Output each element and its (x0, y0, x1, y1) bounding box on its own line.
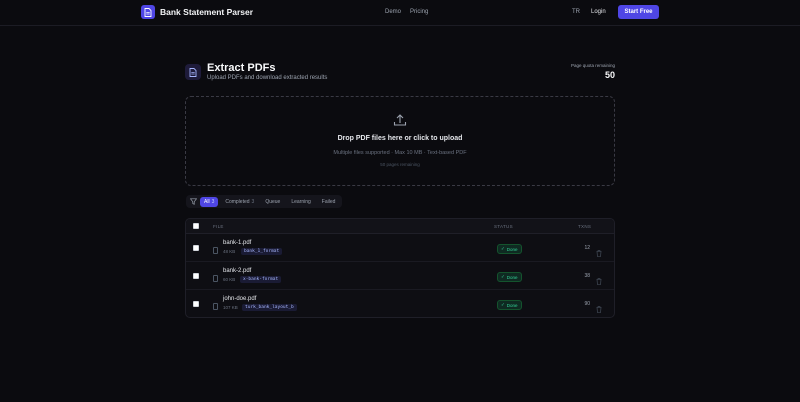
upload-icon (393, 113, 407, 132)
row-checkbox[interactable] (193, 245, 199, 251)
status-label: Done (506, 302, 518, 308)
filter-icon (189, 198, 197, 206)
file-icon (213, 275, 218, 282)
status-badge: ✓ Done (497, 300, 522, 310)
file-size: 48 KB (223, 249, 236, 254)
format-badge: turk_bank_layout_b (242, 304, 297, 311)
status-badge: ✓ Done (497, 244, 522, 254)
check-circle-icon: ✓ (501, 274, 505, 279)
check-circle-icon: ✓ (501, 302, 505, 307)
check-circle-icon: ✓ (501, 246, 505, 251)
table-header: FILE STATUS TXNS (186, 219, 614, 234)
file-size: 107 KB (223, 305, 238, 310)
file-name[interactable]: john-doe.pdf (223, 296, 256, 302)
table-row[interactable]: john-doe.pdf 107 KB turk_bank_layout_b ✓… (186, 290, 614, 317)
column-header-status: STATUS (494, 224, 513, 229)
column-header-file: FILE (213, 224, 224, 229)
filter-tab-learning[interactable]: Learning (287, 197, 314, 207)
file-name[interactable]: bank-2.pdf (223, 268, 251, 274)
document-icon (185, 64, 201, 80)
nav-link-demo[interactable]: Demo (385, 9, 401, 15)
filter-tab-label: All (204, 198, 210, 205)
format-badge: bank_1_format (241, 248, 283, 255)
top-navbar: Bank Statement Parser Demo Pricing TR Lo… (0, 0, 800, 26)
filter-bar: All 3 Completed 3 Queue Learning Failed (186, 195, 343, 208)
txns-count: 90 (584, 301, 590, 307)
filter-tab-queue[interactable]: Queue (261, 197, 284, 207)
filter-tab-completed[interactable]: Completed 3 (221, 197, 258, 207)
txns-count: 12 (584, 245, 590, 251)
files-table: FILE STATUS TXNS bank-1.pdf 48 KB bank_1… (185, 218, 615, 318)
brand-name[interactable]: Bank Statement Parser (160, 7, 253, 17)
start-free-button[interactable]: Start Free (618, 5, 659, 19)
table-row[interactable]: bank-1.pdf 48 KB bank_1_format ✓ Done 12 (186, 234, 614, 262)
quota-label: Page quota remaining (570, 63, 615, 68)
dropzone-pages-remaining: 50 pages remaining (380, 162, 420, 167)
filter-tab-label: Completed (225, 198, 250, 205)
file-name[interactable]: bank-1.pdf (223, 240, 251, 246)
select-all-checkbox[interactable] (193, 223, 199, 229)
page-subtitle: Upload PDFs and download extracted resul… (207, 75, 328, 81)
trash-icon[interactable] (596, 300, 602, 313)
filter-tab-count: 3 (251, 198, 255, 205)
quota-value: 50 (604, 70, 615, 80)
page-title: Extract PDFs (207, 62, 276, 74)
status-label: Done (506, 246, 518, 252)
txns-count: 38 (584, 273, 590, 279)
file-icon (213, 303, 218, 310)
dropzone-title: Drop PDF files here or click to upload (337, 135, 463, 142)
row-checkbox[interactable] (193, 301, 199, 307)
file-size: 60 KB (223, 277, 236, 282)
filter-tab-failed[interactable]: Failed (318, 197, 340, 207)
file-icon (213, 247, 218, 254)
status-label: Done (506, 274, 518, 280)
trash-icon[interactable] (596, 272, 602, 285)
row-checkbox[interactable] (193, 273, 199, 279)
upload-dropzone[interactable]: Drop PDF files here or click to upload M… (185, 96, 615, 186)
trash-icon[interactable] (596, 244, 602, 257)
language-toggle[interactable]: TR (572, 9, 580, 15)
status-badge: ✓ Done (497, 272, 522, 282)
nav-link-pricing[interactable]: Pricing (410, 9, 428, 15)
logo-icon[interactable] (141, 5, 155, 19)
filter-tab-count: 3 (211, 198, 215, 205)
dropzone-subtitle: Multiple files supported · Max 10 MB · T… (333, 150, 467, 156)
column-header-txns: TXNS (578, 224, 592, 229)
table-row[interactable]: bank-2.pdf 60 KB x-bank-format ✓ Done 38 (186, 262, 614, 290)
login-link[interactable]: Login (591, 9, 606, 15)
format-badge: x-bank-format (240, 276, 282, 283)
filter-tab-all[interactable]: All 3 (200, 196, 219, 207)
